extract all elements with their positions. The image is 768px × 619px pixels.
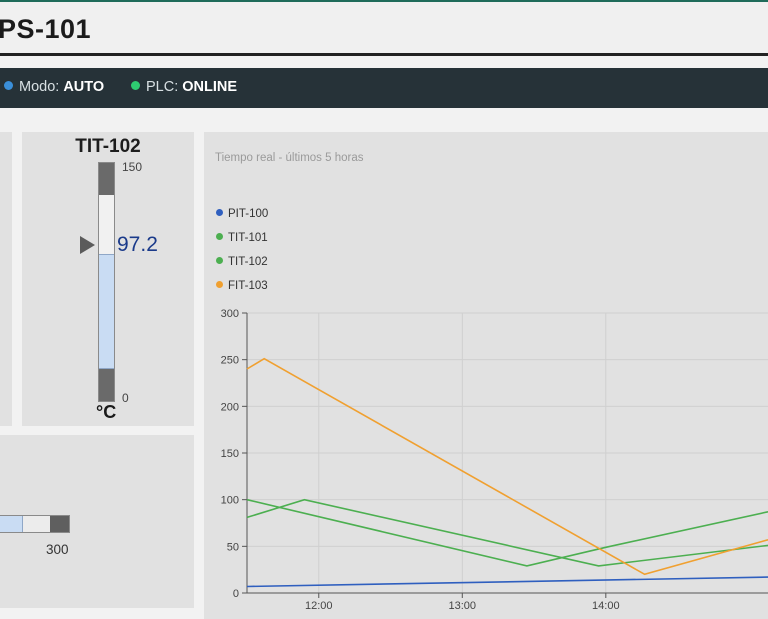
mode-status: Modo: AUTO <box>4 79 104 95</box>
trend-chart: 0 50 100 150 200 250 300 12:00 13:00 14:00 <box>221 308 768 612</box>
gauge-pointer-icon <box>80 236 95 254</box>
plc-status: PLC: ONLINE <box>131 79 237 95</box>
gauge-unit: °C <box>96 402 117 422</box>
x-tick-label: 14:00 <box>592 600 620 612</box>
mode-value: AUTO <box>63 79 105 95</box>
horizontal-gauge-max-label: 300 <box>46 542 69 557</box>
plc-indicator-icon <box>131 81 140 90</box>
plc-label: PLC: <box>146 79 179 95</box>
bottom-left-panel: 300 <box>0 435 194 608</box>
horizontal-gauge <box>0 515 70 533</box>
y-tick-label: 150 <box>221 448 239 460</box>
plc-value: ONLINE <box>182 79 238 95</box>
gauge-value: 97.2 <box>117 233 158 256</box>
series-line-tit-101 <box>246 498 768 567</box>
series-line-tit-102 <box>246 498 768 567</box>
gauge-high-zone <box>99 163 114 195</box>
gauge-max-label: 150 <box>122 160 143 174</box>
y-tick-label: 100 <box>221 495 239 507</box>
series-line-fit-103 <box>246 357 768 576</box>
y-tick-label: 200 <box>221 401 239 413</box>
tit-102-panel: TIT-102 150 0 97.2 °C <box>22 132 194 426</box>
header: PS-101 <box>0 2 768 54</box>
vertical-gauge <box>98 162 115 402</box>
x-tick-label: 13:00 <box>449 600 477 612</box>
left-panel-partial <box>0 132 12 426</box>
x-tick-label: 12:00 <box>305 600 333 612</box>
horizontal-gauge-high-zone <box>50 516 69 532</box>
gauge-title: TIT-102 <box>75 136 141 157</box>
mode-label: Modo: <box>19 79 60 95</box>
horizontal-gauge-fill <box>0 516 23 532</box>
trend-chart-panel: Tiempo real - últimos 5 horas PIT-100 TIT… <box>204 132 768 619</box>
gauge-low-zone <box>99 369 114 401</box>
series-line-pit-100 <box>246 576 768 588</box>
y-tick-label: 250 <box>221 355 239 367</box>
gauge-fill <box>99 254 114 369</box>
mode-indicator-icon <box>4 81 13 90</box>
header-divider <box>0 53 768 56</box>
y-tick-label: 300 <box>221 308 239 320</box>
y-tick-label: 50 <box>227 541 239 553</box>
page-title: PS-101 <box>0 14 92 44</box>
y-tick-label: 0 <box>233 588 239 600</box>
status-bar: Modo: AUTO PLC: ONLINE <box>0 68 768 108</box>
gauge-min-label: 0 <box>122 391 129 405</box>
